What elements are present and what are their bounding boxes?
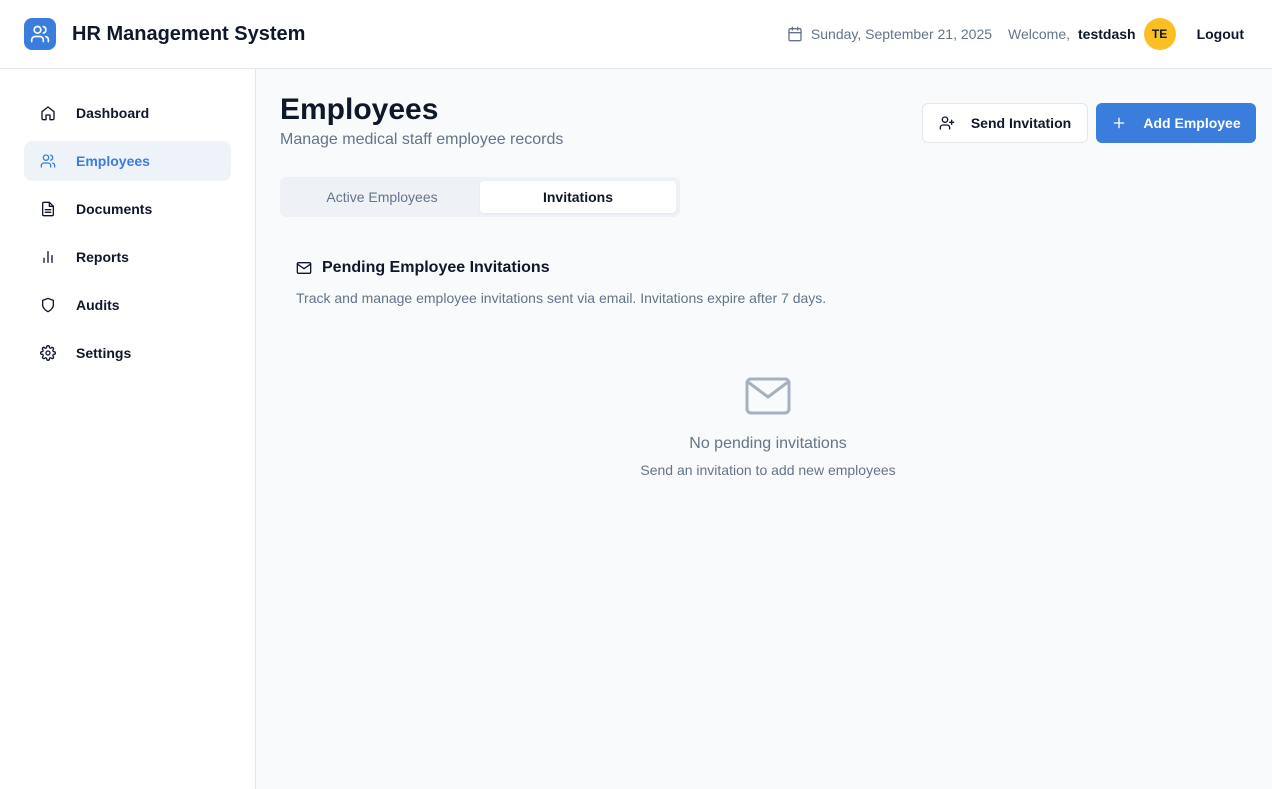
logout-button[interactable]: Logout: [1197, 26, 1244, 42]
main-content: Employees Manage medical staff employee …: [256, 69, 1272, 789]
sidebar-item-label: Documents: [76, 201, 153, 217]
page-title: Employees: [280, 93, 439, 126]
current-date: Sunday, September 21, 2025: [787, 26, 992, 42]
sidebar-item-employees[interactable]: Employees: [24, 141, 231, 181]
app-title: HR Management System: [72, 22, 306, 45]
top-bar: HR Management System Sunday, September 2…: [0, 0, 1272, 69]
sidebar-item-dashboard[interactable]: Dashboard: [24, 93, 231, 133]
mail-icon: [296, 262, 312, 274]
sidebar-item-label: Employees: [76, 153, 150, 169]
plus-icon: [1114, 117, 1125, 129]
users-icon: [40, 153, 56, 169]
username: testdash: [1078, 26, 1136, 42]
invitations-description: Track and manage employee invitations se…: [296, 290, 827, 306]
document-icon: [40, 201, 56, 217]
shield-icon: [40, 297, 56, 313]
empty-state-subtitle: Send an invitation to add new employees: [640, 462, 896, 478]
bar-chart-icon: [40, 249, 56, 265]
sidebar-item-label: Dashboard: [76, 105, 150, 121]
sidebar-item-reports[interactable]: Reports: [24, 237, 231, 277]
add-employee-button[interactable]: Add Employee: [1096, 103, 1256, 143]
invitations-title-text: Pending Employee Invitations: [322, 259, 550, 276]
calendar-icon: [788, 26, 802, 42]
sidebar-item-label: Settings: [76, 345, 132, 361]
employee-tabs: Active Employees Invitations: [280, 177, 680, 217]
mail-icon: [745, 377, 791, 415]
invitations-title: Pending Employee Invitations: [296, 259, 550, 277]
welcome-text: Welcome,: [1008, 26, 1070, 42]
home-icon: [40, 105, 56, 121]
user-plus-icon: [939, 116, 955, 130]
sidebar-item-settings[interactable]: Settings: [24, 333, 231, 373]
empty-state-title: No pending invitations: [689, 435, 847, 452]
page-subtitle: Manage medical staff employee records: [280, 131, 564, 148]
sidebar-item-label: Reports: [76, 249, 129, 265]
avatar[interactable]: TE: [1143, 18, 1176, 50]
date-text: Sunday, September 21, 2025: [810, 26, 993, 42]
tab-invitations[interactable]: Invitations: [480, 181, 676, 213]
send-invitation-button[interactable]: Send Invitation: [922, 103, 1088, 143]
add-employee-label: Add Employee: [1143, 115, 1241, 131]
sidebar: Dashboard Employees Documents Reports Au…: [0, 69, 256, 789]
brand: HR Management System: [24, 18, 305, 50]
sidebar-item-label: Audits: [76, 297, 120, 313]
users-icon: [24, 18, 56, 50]
header-right: Sunday, September 21, 2025 Welcome, test…: [787, 18, 1244, 50]
sidebar-item-documents[interactable]: Documents: [24, 189, 231, 229]
gear-icon: [40, 345, 56, 361]
tab-active-employees[interactable]: Active Employees: [284, 181, 480, 213]
sidebar-item-audits[interactable]: Audits: [24, 285, 231, 325]
send-invitation-label: Send Invitation: [970, 115, 1072, 131]
